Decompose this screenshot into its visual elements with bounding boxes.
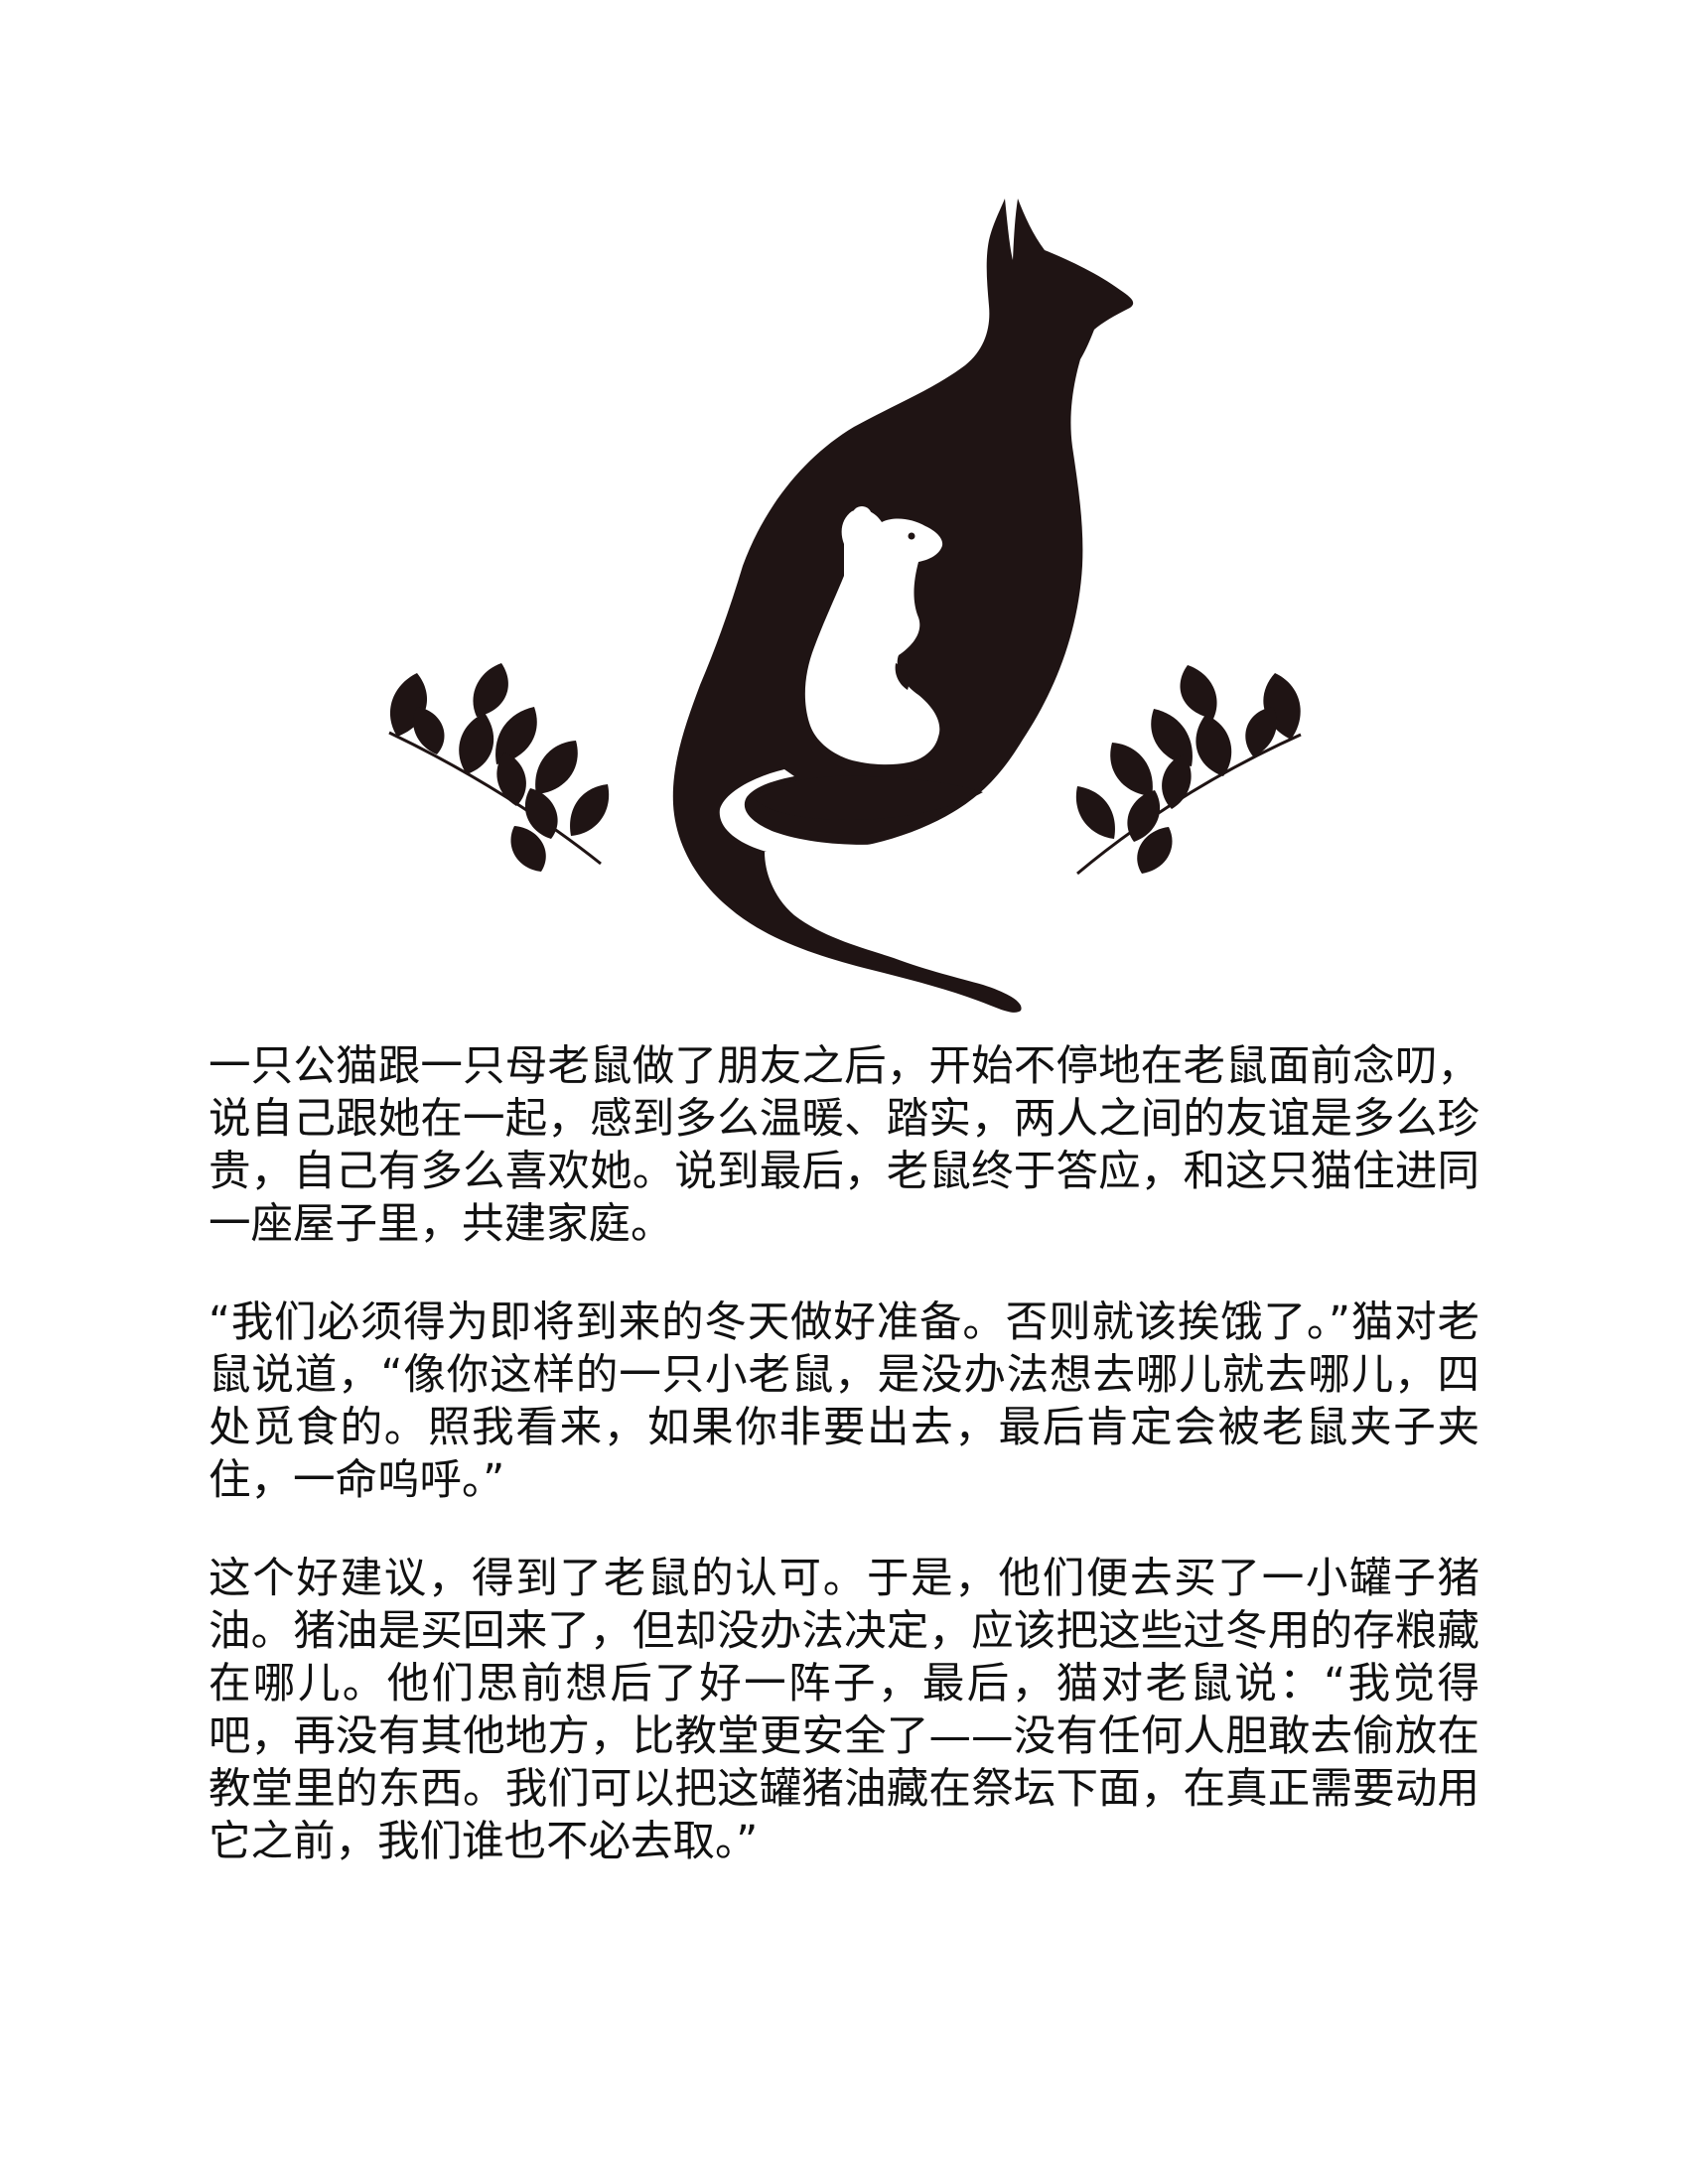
right-leaf-branch-icon bbox=[1075, 665, 1302, 876]
story-paragraph: 这个好建议，得到了老鼠的认可。于是，他们便去买了一小罐子猪油。猪油是买回来了，但… bbox=[209, 1555, 1479, 1866]
story-paragraph: 一只公猫跟一只母老鼠做了朋友之后，开始不停地在老鼠面前念叨，说自己跟她在一起，感… bbox=[209, 1042, 1479, 1249]
story-paragraph: “我们必须得为即将到来的冬天做好准备。否则就该挨饿了。”猫对老鼠说道，“像你这样… bbox=[209, 1298, 1479, 1505]
cat-and-mouse-illustration bbox=[388, 199, 1302, 1013]
left-leaf-branch-icon bbox=[388, 663, 610, 872]
story-text: 一只公猫跟一只母老鼠做了朋友之后，开始不停地在老鼠面前念叨，说自己跟她在一起，感… bbox=[209, 1040, 1479, 1914]
